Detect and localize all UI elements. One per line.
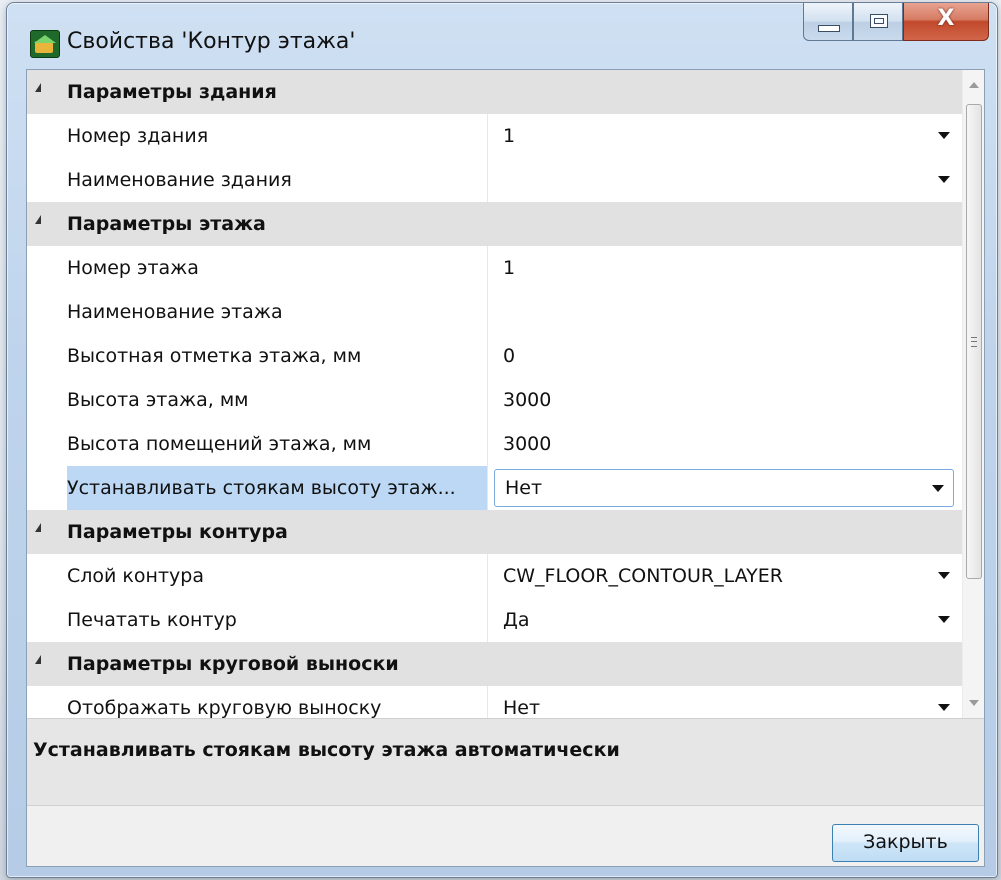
category-header[interactable]: Параметры контура	[27, 510, 962, 554]
property-row[interactable]: Номер здания 1	[27, 114, 962, 158]
property-value: Да	[503, 609, 530, 631]
category-label: Параметры контура	[67, 521, 288, 543]
maximize-icon	[870, 14, 888, 28]
description-panel: Устанавливать стоякам высоту этажа автом…	[27, 718, 984, 806]
property-value-dropdown[interactable]: Да	[493, 598, 962, 642]
dropdown-arrow-icon[interactable]	[932, 485, 944, 492]
property-row[interactable]: Отображать круговую выноску Нет	[27, 686, 962, 718]
maximize-button[interactable]	[853, 3, 903, 41]
collapse-triangle-icon[interactable]	[35, 215, 41, 224]
property-row[interactable]: Печатать контур Да	[27, 598, 962, 642]
dropdown-arrow-icon[interactable]	[938, 616, 950, 623]
property-name: Печатать контур	[67, 598, 488, 642]
property-name: Отображать круговую выноску	[67, 686, 488, 718]
close-button[interactable]: Закрыть	[832, 824, 979, 862]
close-icon: X	[937, 6, 955, 31]
property-name: Устанавливать стоякам высоту этаж...	[67, 466, 488, 510]
property-value: 3000	[503, 389, 552, 411]
property-value-dropdown[interactable]	[493, 158, 962, 202]
property-value-field[interactable]: 3000	[493, 422, 962, 466]
property-row[interactable]: Наименование этажа	[27, 290, 962, 334]
property-row[interactable]: Высота этажа, мм 3000	[27, 378, 962, 422]
property-value-field[interactable]: 3000	[493, 378, 962, 422]
property-row[interactable]: Наименование здания	[27, 158, 962, 202]
collapse-triangle-icon[interactable]	[35, 523, 41, 532]
properties-window: Свойства 'Контур этажа' X Параметры здан…	[6, 2, 998, 878]
property-row[interactable]: Высотная отметка этажа, мм 0	[27, 334, 962, 378]
property-value-field[interactable]	[493, 290, 962, 334]
property-value: CW_FLOOR_CONTOUR_LAYER	[503, 565, 783, 587]
property-value-dropdown[interactable]: 1	[493, 114, 962, 158]
vertical-scrollbar[interactable]	[962, 70, 984, 718]
category-header[interactable]: Параметры круговой выноски	[27, 642, 962, 686]
property-name: Высота помещений этажа, мм	[67, 422, 488, 466]
title-bar[interactable]: Свойства 'Контур этажа' X	[7, 3, 997, 69]
property-name: Высота этажа, мм	[67, 378, 488, 422]
property-row[interactable]: Номер этажа 1	[27, 246, 962, 290]
property-value: 1	[503, 125, 516, 147]
category-label: Параметры здания	[67, 81, 277, 103]
minimize-icon	[818, 25, 840, 32]
property-name: Слой контура	[67, 554, 488, 598]
window-title: Свойства 'Контур этажа'	[67, 29, 356, 54]
description-text: Устанавливать стоякам высоту этажа автом…	[33, 739, 620, 761]
property-row[interactable]: Слой контура CW_FLOOR_CONTOUR_LAYER	[27, 554, 962, 598]
property-value-field[interactable]: 0	[493, 334, 962, 378]
property-name: Наименование здания	[67, 158, 488, 202]
dropdown-arrow-icon[interactable]	[938, 176, 950, 183]
scrollbar-thumb[interactable]	[966, 104, 982, 579]
collapse-triangle-icon[interactable]	[35, 655, 41, 664]
dialog-client-area: Параметры здания Номер здания 1 Наименовани…	[26, 69, 985, 867]
property-row[interactable]: Высота помещений этажа, мм 3000	[27, 422, 962, 466]
property-value-field[interactable]: 1	[493, 246, 962, 290]
grip-icon	[971, 337, 977, 347]
dropdown-arrow-icon[interactable]	[938, 572, 950, 579]
scroll-up-arrow-icon[interactable]	[969, 82, 979, 88]
property-value-dropdown[interactable]: Нет	[493, 686, 962, 718]
property-value: Нет	[503, 697, 541, 718]
dropdown-arrow-icon[interactable]	[938, 704, 950, 711]
dropdown-arrow-icon[interactable]	[938, 132, 950, 139]
property-name: Высотная отметка этажа, мм	[67, 334, 488, 378]
property-value-dropdown[interactable]: Нет	[494, 469, 954, 507]
category-header[interactable]: Параметры этажа	[27, 202, 962, 246]
property-value-dropdown[interactable]: CW_FLOOR_CONTOUR_LAYER	[493, 554, 962, 598]
property-value: 3000	[503, 433, 552, 455]
minimize-button[interactable]	[803, 3, 853, 41]
property-grid: Параметры здания Номер здания 1 Наименовани…	[27, 70, 984, 718]
property-name: Наименование этажа	[67, 290, 488, 334]
property-value: Нет	[505, 477, 543, 499]
app-house-icon	[30, 30, 60, 58]
property-row[interactable]: Устанавливать стоякам высоту этаж... Нет	[27, 466, 962, 510]
collapse-triangle-icon[interactable]	[35, 83, 41, 92]
caption-buttons: X	[803, 3, 989, 44]
category-label: Параметры этажа	[67, 213, 266, 235]
scroll-down-arrow-icon[interactable]	[969, 700, 979, 706]
close-window-button[interactable]: X	[903, 3, 989, 41]
category-header[interactable]: Параметры здания	[27, 70, 962, 114]
property-value: 1	[503, 257, 516, 279]
category-label: Параметры круговой выноски	[67, 653, 399, 675]
property-name: Номер этажа	[67, 246, 488, 290]
property-name: Номер здания	[67, 114, 488, 158]
property-value: 0	[503, 345, 516, 367]
